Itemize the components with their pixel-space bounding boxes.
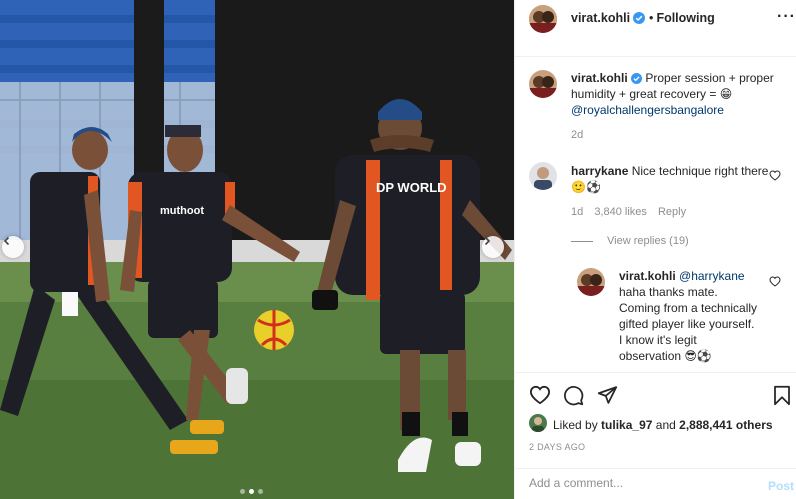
chevron-right-icon xyxy=(484,236,491,246)
post-author: virat.kohli • Following xyxy=(571,11,715,25)
view-replies-toggle[interactable]: View replies (19) xyxy=(571,235,697,247)
share-paper-plane-icon[interactable] xyxy=(597,385,618,405)
reply-avatar[interactable] xyxy=(577,268,605,296)
liked-by-and: and xyxy=(655,418,676,432)
reply-text: haha thanks mate. Coming from a technica… xyxy=(619,285,758,363)
reply-like-heart-icon[interactable] xyxy=(769,276,781,287)
carousel-prev-button[interactable] xyxy=(2,236,24,258)
caption: virat.kohli Proper session + proper humi… xyxy=(571,70,791,118)
post-actions: Liked by tulika_97 and 2,888,441 others … xyxy=(515,372,796,468)
post-header: virat.kohli • Following ··· xyxy=(515,0,796,57)
caption-username[interactable]: virat.kohli xyxy=(571,71,628,85)
like-heart-icon[interactable] xyxy=(529,385,551,405)
caption-time: 2d xyxy=(571,129,584,141)
replies-divider-line xyxy=(571,240,593,242)
comment-like-heart-icon[interactable] xyxy=(769,170,781,181)
svg-text:muthoot: muthoot xyxy=(160,205,204,217)
reply-mention-link[interactable]: @harrykane xyxy=(679,269,745,283)
comment-bubble-icon[interactable] xyxy=(563,385,584,406)
comment-reply-button[interactable]: Reply xyxy=(658,206,686,218)
avatar-image xyxy=(529,5,557,33)
following-button[interactable]: Following xyxy=(656,11,714,25)
comment-avatar[interactable] xyxy=(529,162,557,190)
carousel-dot xyxy=(258,489,263,494)
training-photo-illustration: muthoot DP WORLD xyxy=(0,0,514,499)
comment-username[interactable]: harrykane xyxy=(571,164,628,178)
caption-mention-link[interactable]: @royalchallengersbangalore xyxy=(571,103,724,117)
separator-dot: • xyxy=(649,11,654,25)
comment-like-count[interactable]: 3,840 likes xyxy=(594,206,647,218)
avatar-image xyxy=(529,414,547,432)
carousel-indicator xyxy=(240,489,263,494)
carousel-dot xyxy=(240,489,245,494)
more-options-icon[interactable]: ··· xyxy=(777,9,796,25)
view-replies-label[interactable]: View replies (19) xyxy=(607,235,689,247)
post-timestamp: 2 DAYS AGO xyxy=(529,442,586,452)
comment: harrykane Nice technique right there 🙂⚽ xyxy=(571,163,771,195)
caption-avatar[interactable] xyxy=(529,70,557,98)
comment-time: 1d xyxy=(571,206,584,218)
verified-badge-icon xyxy=(633,12,646,24)
liked-by-others-link[interactable]: 2,888,441 others xyxy=(679,418,772,432)
avatar[interactable] xyxy=(529,5,557,33)
chevron-left-icon xyxy=(3,236,10,246)
liked-by-avatar[interactable] xyxy=(529,414,547,432)
svg-text:DP WORLD: DP WORLD xyxy=(376,180,447,195)
avatar-image xyxy=(529,162,557,190)
carousel-dot-active xyxy=(249,489,254,494)
post-comment-button[interactable]: Post xyxy=(768,479,794,493)
liked-by-user-link[interactable]: tulika_97 xyxy=(601,418,652,432)
author-username[interactable]: virat.kohli xyxy=(571,11,630,25)
liked-by-summary: Liked by tulika_97 and 2,888,441 others xyxy=(553,418,773,432)
reply-username[interactable]: virat.kohli xyxy=(619,269,676,283)
avatar-image xyxy=(529,70,557,98)
save-bookmark-icon[interactable] xyxy=(773,385,791,406)
carousel-next-button[interactable] xyxy=(482,236,504,258)
reply-comment: virat.kohli @harrykane haha thanks mate.… xyxy=(619,268,759,364)
verified-badge-icon xyxy=(631,73,643,84)
post-photo[interactable]: muthoot DP WORLD xyxy=(0,0,514,499)
add-comment-bar: Post xyxy=(515,468,796,499)
avatar-image xyxy=(577,268,605,296)
post-details-panel: virat.kohli • Following ··· virat.kohli Pr… xyxy=(514,0,796,499)
add-comment-input[interactable] xyxy=(529,476,739,490)
liked-by-prefix: Liked by xyxy=(553,418,598,432)
comment-meta: 1d 3,840 likes Reply xyxy=(571,206,694,218)
